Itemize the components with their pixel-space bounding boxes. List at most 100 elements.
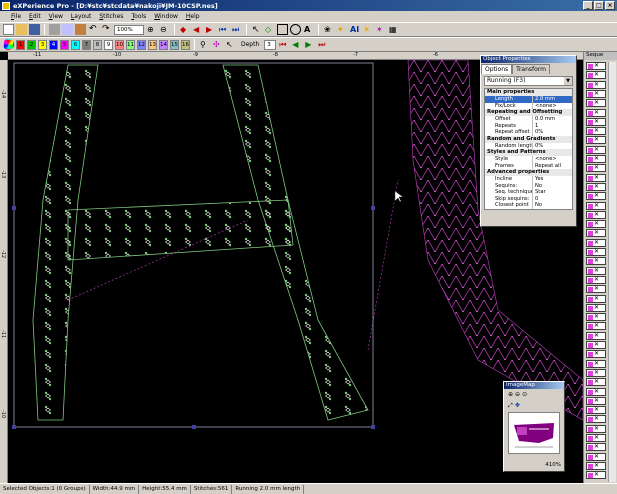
- property-row[interactable]: Closest point No: [485, 202, 572, 209]
- sequence-item[interactable]: ✕: [586, 99, 606, 108]
- sequence-item[interactable]: ✕: [586, 443, 606, 452]
- sequence-item[interactable]: ✕: [586, 406, 606, 415]
- menu-window[interactable]: Window: [153, 13, 179, 20]
- sequence-item[interactable]: ✕: [586, 220, 606, 229]
- step-back-icon[interactable]: ◀: [291, 39, 302, 50]
- sun-icon[interactable]: ☀: [362, 24, 373, 35]
- menu-view[interactable]: View: [48, 13, 64, 20]
- menu-layout[interactable]: Layout: [70, 13, 92, 20]
- sequence-item[interactable]: ✕: [586, 424, 606, 433]
- property-section-header[interactable]: Advanced properties: [485, 169, 572, 176]
- sequence-item[interactable]: ✕: [586, 164, 606, 173]
- sequence-item[interactable]: ✕: [586, 313, 606, 322]
- autopunch-icon[interactable]: ❀: [323, 24, 334, 35]
- stitch-last-icon[interactable]: ⏭: [231, 24, 242, 35]
- sequence-item[interactable]: ✕: [586, 266, 606, 275]
- palette-color-9[interactable]: 9: [104, 39, 113, 50]
- palette-color-15[interactable]: 15: [170, 39, 179, 50]
- sequence-item[interactable]: ✕: [586, 71, 606, 80]
- step-last-icon[interactable]: ⏭: [317, 39, 328, 50]
- sequence-item[interactable]: ✕: [586, 285, 606, 294]
- stitch-view-icon[interactable]: ✶: [375, 24, 386, 35]
- sequence-item[interactable]: ✕: [586, 127, 606, 136]
- palette-color-3[interactable]: 3: [38, 39, 47, 50]
- sequence-item[interactable]: ✕: [586, 229, 606, 238]
- sequence-item[interactable]: ✕: [586, 341, 606, 349]
- select-tool-icon[interactable]: ↖: [251, 24, 262, 35]
- sequence-item[interactable]: ✕: [586, 461, 606, 470]
- menu-help[interactable]: Help: [185, 13, 201, 20]
- sequence-item[interactable]: ✕: [586, 350, 606, 359]
- sequence-item[interactable]: ✕: [586, 378, 606, 387]
- palette-color-8[interactable]: 8: [93, 39, 102, 50]
- sequence-item[interactable]: ✕: [586, 80, 606, 89]
- palette-color-7[interactable]: 7: [82, 39, 91, 50]
- sequence-item[interactable]: ✕: [586, 452, 606, 461]
- palette-color-4[interactable]: 4: [49, 39, 58, 50]
- undo-icon[interactable]: ↶: [88, 24, 99, 35]
- palette-color-13[interactable]: 13: [148, 39, 157, 50]
- sequence-item[interactable]: ✕: [586, 201, 606, 210]
- sequence-item[interactable]: ✕: [586, 192, 606, 201]
- sequence-item[interactable]: ✕: [586, 145, 606, 154]
- close-button[interactable]: ×: [605, 1, 615, 10]
- tab-transform[interactable]: Transform: [512, 64, 551, 74]
- palette-color-6[interactable]: 6: [71, 39, 80, 50]
- sequence-item[interactable]: ✕: [586, 248, 606, 256]
- sequence-item[interactable]: ✕: [586, 471, 606, 480]
- menu-file[interactable]: File: [10, 13, 22, 20]
- letter-a-crossbar[interactable]: [67, 199, 294, 261]
- minimize-button[interactable]: _: [583, 1, 593, 10]
- needle-icon[interactable]: ⚲: [199, 39, 210, 50]
- color-wheel-icon[interactable]: [3, 39, 14, 50]
- tab-options[interactable]: Options: [481, 64, 513, 74]
- zoom-in-icon[interactable]: ⊕: [146, 24, 157, 35]
- property-value[interactable]: 0%: [533, 129, 572, 136]
- palette-color-5[interactable]: 5: [60, 39, 69, 50]
- ellipse-tool-icon[interactable]: [290, 24, 301, 35]
- new-file-icon[interactable]: [3, 24, 14, 35]
- paste-icon[interactable]: [75, 24, 86, 35]
- sequence-item[interactable]: ✕: [586, 396, 606, 405]
- sequence-item[interactable]: ✕: [586, 238, 606, 247]
- sequence-item[interactable]: ✕: [586, 415, 606, 424]
- stitch-first-icon[interactable]: ⏮: [218, 24, 229, 35]
- save-icon[interactable]: [29, 24, 40, 35]
- copy-icon[interactable]: [62, 24, 73, 35]
- sequence-item[interactable]: ✕: [586, 155, 606, 163]
- palette-color-14[interactable]: 14: [159, 39, 168, 50]
- magic-icon[interactable]: ✦: [336, 24, 347, 35]
- sequence-item[interactable]: ✕: [586, 368, 606, 377]
- selection-handle[interactable]: [371, 425, 375, 429]
- sequence-item[interactable]: ✕: [586, 108, 606, 117]
- palette-color-10[interactable]: 10: [115, 39, 124, 50]
- sequence-item[interactable]: ✕: [586, 173, 606, 182]
- palette-color-2[interactable]: 2: [27, 39, 36, 50]
- sequence-item[interactable]: ✕: [586, 303, 606, 312]
- zoom-in-icon[interactable]: ⊕: [508, 391, 513, 398]
- selection-handle[interactable]: [12, 206, 16, 210]
- property-section-header[interactable]: Styles and Patterns: [485, 149, 572, 156]
- sequence-item[interactable]: ✕: [586, 294, 606, 303]
- menu-edit[interactable]: Edit: [28, 13, 42, 20]
- selection-handle[interactable]: [192, 425, 196, 429]
- menu-tools[interactable]: Tools: [130, 13, 147, 20]
- text-tool-icon[interactable]: A: [303, 24, 314, 35]
- stitch-type-select[interactable]: Running (F3) ▼: [484, 76, 573, 86]
- thread-icon[interactable]: ✣: [212, 39, 223, 50]
- sequence-item[interactable]: ✕: [586, 322, 606, 331]
- grid-icon[interactable]: ▦: [388, 24, 399, 35]
- property-value[interactable]: No: [533, 202, 572, 209]
- sequence-item[interactable]: ✕: [586, 257, 606, 266]
- pointer-icon[interactable]: ↖: [225, 39, 236, 50]
- sequence-item[interactable]: ✕: [586, 89, 606, 98]
- palette-color-16[interactable]: 16: [181, 39, 190, 50]
- zoom-out-icon[interactable]: ⊖: [515, 391, 520, 398]
- property-section-header[interactable]: Repeating and Offsetting: [485, 109, 572, 116]
- palette-color-12[interactable]: 12: [137, 39, 146, 50]
- sequence-item[interactable]: ✕: [586, 210, 606, 219]
- sequence-scrollbar[interactable]: [608, 62, 616, 482]
- selection-handle[interactable]: [371, 206, 375, 210]
- sequence-item[interactable]: ✕: [586, 117, 606, 126]
- node-tool-icon[interactable]: ◇: [264, 24, 275, 35]
